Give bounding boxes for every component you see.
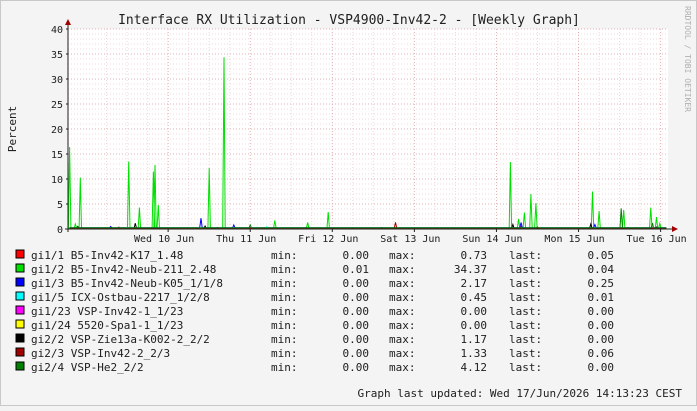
legend-max-value: 0.00 bbox=[461, 319, 488, 332]
legend-min-value: 0.00 bbox=[343, 305, 370, 318]
legend-last-value: 0.00 bbox=[588, 319, 615, 332]
y-tick-label: 15 bbox=[51, 150, 63, 161]
watermark: RRDTOOL / TOBI OETIKER bbox=[683, 6, 692, 112]
legend-min-value: 0.00 bbox=[343, 361, 370, 374]
legend-min-label: min: bbox=[271, 361, 298, 374]
legend-name: gi2/3 VSP-Inv42-2_2/3 bbox=[31, 347, 170, 360]
legend-last-value: 0.25 bbox=[588, 277, 615, 290]
legend-max-label: max: bbox=[389, 305, 416, 318]
x-tick-label: Sun 14 Jun bbox=[462, 234, 522, 245]
legend-min-label: min: bbox=[271, 333, 298, 346]
legend-min-value: 0.00 bbox=[343, 291, 370, 304]
legend-last-value: 0.05 bbox=[588, 249, 615, 262]
legend-name: gi2/2 VSP-Zie13a-K002-2_2/2 bbox=[31, 333, 210, 346]
legend-swatch bbox=[15, 291, 25, 301]
legend-name: gi1/3 B5-Inv42-Neub-K05_1/1/8 bbox=[31, 277, 223, 290]
legend-max-label: max: bbox=[389, 263, 416, 276]
y-tick-label: 10 bbox=[51, 175, 63, 186]
x-tick-label: Thu 11 Jun bbox=[216, 234, 276, 245]
y-tick-label: 25 bbox=[51, 100, 63, 111]
legend-min-label: min: bbox=[271, 277, 298, 290]
legend-max-value: 1.17 bbox=[461, 333, 488, 346]
y-axis-label: Percent bbox=[6, 106, 19, 152]
legend-last-value: 0.06 bbox=[588, 347, 615, 360]
legend-min-label: min: bbox=[271, 305, 298, 318]
legend-last-value: 0.00 bbox=[588, 333, 615, 346]
legend-max-label: max: bbox=[389, 361, 416, 374]
legend-last-value: 0.00 bbox=[588, 361, 615, 374]
y-tick-label: 20 bbox=[51, 125, 63, 136]
legend-min-label: min: bbox=[271, 263, 298, 276]
legend-last-label: last: bbox=[509, 249, 542, 262]
x-tick-label: Sat 13 Jun bbox=[380, 234, 440, 245]
legend-max-value: 4.12 bbox=[461, 361, 488, 374]
legend-swatch bbox=[15, 263, 25, 273]
y-tick-label: 35 bbox=[51, 50, 63, 61]
x-axis-arrow bbox=[672, 226, 678, 232]
legend-last-label: last: bbox=[509, 291, 542, 304]
legend-last-label: last: bbox=[509, 263, 542, 276]
legend-name: gi1/1 B5-Inv42-K17_1.48 bbox=[31, 249, 183, 262]
legend-max-value: 1.33 bbox=[461, 347, 488, 360]
legend-max-label: max: bbox=[389, 291, 416, 304]
legend-min-value: 0.01 bbox=[343, 263, 370, 276]
legend-last-label: last: bbox=[509, 277, 542, 290]
y-tick-label: 0 bbox=[57, 225, 63, 236]
legend-swatch bbox=[15, 305, 25, 315]
legend-name: gi1/23 VSP-Inv42-1_1/23 bbox=[31, 305, 183, 318]
legend-max-label: max: bbox=[389, 249, 416, 262]
legend-last-label: last: bbox=[509, 361, 542, 374]
legend-last-label: last: bbox=[509, 333, 542, 346]
legend-min-value: 0.00 bbox=[343, 277, 370, 290]
legend-max-label: max: bbox=[389, 347, 416, 360]
legend-max-label: max: bbox=[389, 277, 416, 290]
legend-min-label: min: bbox=[271, 319, 298, 332]
legend-min-label: min: bbox=[271, 291, 298, 304]
legend-swatch bbox=[15, 319, 25, 329]
legend-last-value: 0.01 bbox=[588, 291, 615, 304]
chart-title: Interface RX Utilization - VSP4900-Inv42… bbox=[118, 13, 580, 28]
y-tick-label: 30 bbox=[51, 75, 63, 86]
legend-swatch bbox=[15, 361, 25, 371]
legend-max-value: 2.17 bbox=[461, 277, 488, 290]
legend-max-value: 34.37 bbox=[454, 263, 487, 276]
legend-min-label: min: bbox=[271, 347, 298, 360]
legend-max-value: 0.45 bbox=[461, 291, 488, 304]
legend-swatch bbox=[15, 333, 25, 343]
rx-utilization-chart: Interface RX Utilization - VSP4900-Inv42… bbox=[6, 6, 692, 400]
legend-max-label: max: bbox=[389, 333, 416, 346]
legend-max-label: max: bbox=[389, 319, 416, 332]
legend-last-label: last: bbox=[509, 347, 542, 360]
y-tick-label: 5 bbox=[57, 200, 63, 211]
legend-min-value: 0.00 bbox=[343, 333, 370, 346]
legend-last-value: 0.00 bbox=[588, 305, 615, 318]
legend-max-value: 0.73 bbox=[461, 249, 488, 262]
y-tick-label: 40 bbox=[51, 25, 63, 36]
legend-name: gi1/24 5520-Spa1-1_1/23 bbox=[31, 319, 183, 332]
legend-min-value: 0.00 bbox=[343, 347, 370, 360]
x-tick-label: Mon 15 Jun bbox=[544, 234, 604, 245]
x-tick-label: Wed 10 Jun bbox=[134, 234, 194, 245]
graph-frame: Interface RX Utilization - VSP4900-Inv42… bbox=[0, 0, 697, 406]
last-updated: Graph last updated: Wed 17/Jun/2026 14:1… bbox=[357, 387, 682, 400]
legend-swatch bbox=[15, 347, 25, 357]
legend-max-value: 0.00 bbox=[461, 305, 488, 318]
legend-name: gi2/4 VSP-He2_2/2 bbox=[31, 361, 144, 374]
x-tick-label: Fri 12 Jun bbox=[298, 234, 358, 245]
x-tick-label: Tue 16 Jun bbox=[627, 234, 687, 245]
legend-last-value: 0.04 bbox=[588, 263, 615, 276]
legend-last-label: last: bbox=[509, 319, 542, 332]
legend-min-value: 0.00 bbox=[343, 319, 370, 332]
legend-min-label: min: bbox=[271, 249, 298, 262]
legend: gi1/1 B5-Inv42-K17_1.48 min: 0.00 max: 0.73 l… bbox=[15, 249, 615, 374]
legend-swatch bbox=[15, 277, 25, 287]
legend-swatch bbox=[15, 249, 25, 259]
legend-name: gi1/5 ICX-Ostbau-2217_1/2/8 bbox=[31, 291, 210, 304]
legend-name: gi1/2 B5-Inv42-Neub-211_2.48 bbox=[31, 263, 216, 276]
legend-last-label: last: bbox=[509, 305, 542, 318]
y-axis-arrow bbox=[65, 19, 71, 25]
legend-min-value: 0.00 bbox=[343, 249, 370, 262]
